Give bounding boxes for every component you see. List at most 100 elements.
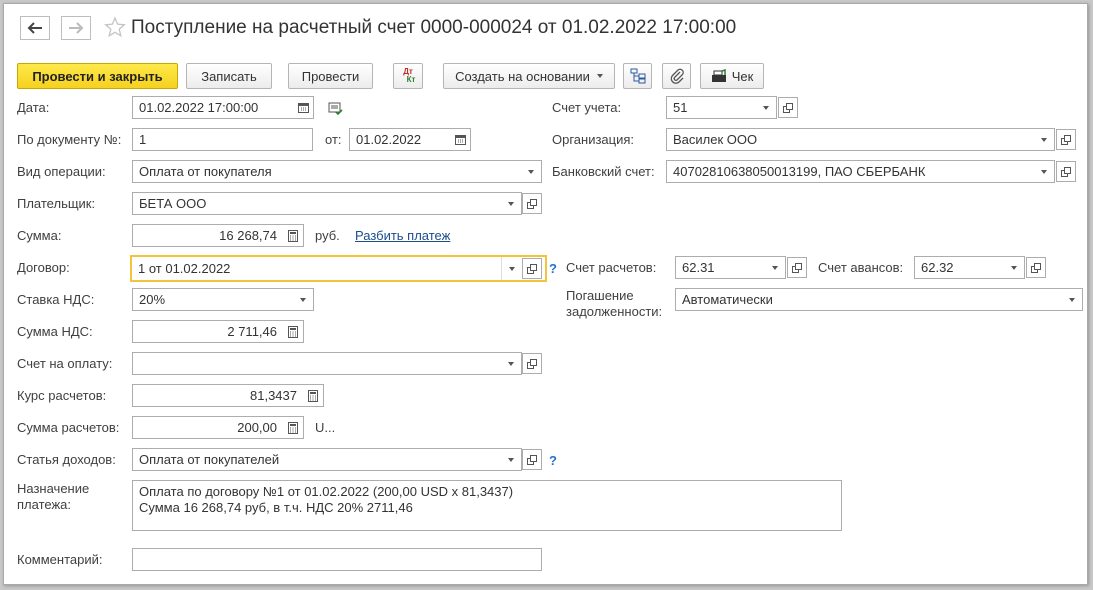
amount-calculator-button[interactable] bbox=[283, 224, 304, 247]
operation-dropdown-button[interactable] bbox=[521, 160, 542, 183]
date-input[interactable]: 01.02.2022 17:00:00 bbox=[132, 96, 294, 119]
advance-account-input[interactable]: 62.32 bbox=[914, 256, 1005, 279]
purpose-label: Назначение платежа: bbox=[17, 481, 90, 512]
bank-account-dropdown-button[interactable] bbox=[1034, 160, 1055, 183]
contract-dropdown-button[interactable] bbox=[501, 257, 522, 280]
date-history-icon[interactable] bbox=[328, 102, 344, 116]
debt-repayment-dropdown-button[interactable] bbox=[1062, 288, 1083, 311]
chevron-down-icon bbox=[1041, 169, 1047, 174]
comment-input[interactable] bbox=[132, 548, 542, 571]
chevron-down-icon bbox=[509, 266, 515, 271]
account-label: Счет учета: bbox=[552, 100, 622, 115]
bank-account-input[interactable]: 40702810638050013199, ПАО СБЕРБАНК bbox=[666, 160, 1035, 183]
open-form-icon bbox=[1061, 166, 1071, 177]
settlement-account-dropdown-button[interactable] bbox=[765, 256, 786, 279]
vat-amount-calculator-button[interactable] bbox=[283, 320, 304, 343]
create-based-on-button[interactable]: Создать на основании bbox=[443, 63, 615, 89]
organization-dropdown-button[interactable] bbox=[1034, 128, 1055, 151]
chevron-down-icon bbox=[763, 105, 769, 110]
dt-kt-button[interactable]: Дт Кт bbox=[393, 63, 423, 89]
calculator-icon bbox=[308, 389, 318, 402]
income-item-dropdown-button[interactable] bbox=[501, 448, 522, 471]
chevron-down-icon bbox=[1069, 297, 1075, 302]
invoice-label: Счет на оплату: bbox=[17, 356, 113, 371]
account-open-button[interactable] bbox=[778, 97, 798, 118]
contract-input[interactable]: 1 от 01.02.2022 bbox=[130, 255, 503, 282]
income-item-label: Статья доходов: bbox=[17, 452, 116, 467]
settlement-amount-label: Сумма расчетов: bbox=[17, 420, 120, 435]
vat-rate-select[interactable]: 20% bbox=[132, 288, 294, 311]
settlement-account-open-button[interactable] bbox=[787, 257, 807, 278]
invoice-open-button[interactable] bbox=[522, 353, 542, 374]
exchange-rate-calculator-button[interactable] bbox=[303, 384, 324, 407]
operation-select[interactable]: Оплата от покупателя bbox=[132, 160, 522, 183]
chevron-down-icon bbox=[596, 74, 603, 78]
back-button[interactable] bbox=[20, 16, 50, 40]
calendar-icon bbox=[454, 135, 466, 145]
forward-button[interactable] bbox=[61, 16, 91, 40]
arrow-right-icon bbox=[69, 22, 84, 34]
organization-open-button[interactable] bbox=[1056, 129, 1076, 150]
settlement-amount-input[interactable]: 200,00 bbox=[132, 416, 284, 439]
amount-label: Сумма: bbox=[17, 228, 62, 243]
payer-dropdown-button[interactable] bbox=[501, 192, 522, 215]
payer-input[interactable]: БЕТА ООО bbox=[132, 192, 502, 215]
open-form-icon bbox=[1031, 262, 1041, 273]
operation-label: Вид операции: bbox=[17, 164, 106, 179]
post-and-close-button[interactable]: Провести и закрыть bbox=[17, 63, 178, 89]
account-dropdown-button[interactable] bbox=[756, 96, 777, 119]
organization-label: Организация: bbox=[552, 132, 635, 147]
doc-from-date-input[interactable]: 01.02.2022 bbox=[349, 128, 451, 151]
chevron-down-icon bbox=[772, 265, 778, 270]
debt-repayment-select[interactable]: Автоматически bbox=[675, 288, 1063, 311]
open-form-icon bbox=[527, 358, 537, 369]
amount-input[interactable]: 16 268,74 bbox=[132, 224, 284, 247]
check-button[interactable]: Чек bbox=[700, 63, 764, 89]
open-form-icon bbox=[792, 262, 802, 273]
doc-number-input[interactable]: 1 bbox=[132, 128, 313, 151]
income-item-input[interactable]: Оплата от покупателей bbox=[132, 448, 502, 471]
save-button[interactable]: Записать bbox=[186, 63, 272, 89]
paperclip-icon bbox=[670, 68, 684, 84]
advance-account-open-button[interactable] bbox=[1026, 257, 1046, 278]
chevron-down-icon bbox=[528, 169, 534, 174]
chevron-down-icon bbox=[1041, 137, 1047, 142]
payment-purpose-textarea[interactable]: Оплата по договору №1 от 01.02.2022 (200… bbox=[132, 480, 842, 531]
payer-label: Плательщик: bbox=[17, 196, 96, 211]
settlement-account-input[interactable]: 62.31 bbox=[675, 256, 766, 279]
invoice-dropdown-button[interactable] bbox=[501, 352, 522, 375]
calculator-icon bbox=[288, 421, 298, 434]
favorite-star-icon[interactable] bbox=[104, 16, 126, 38]
calculator-icon bbox=[288, 229, 298, 242]
vat-rate-dropdown-button[interactable] bbox=[293, 288, 314, 311]
vat-amount-label: Сумма НДС: bbox=[17, 324, 93, 339]
split-payment-link[interactable]: Разбить платеж bbox=[355, 228, 450, 243]
advance-account-label: Счет авансов: bbox=[818, 260, 904, 275]
settlement-amount-calculator-button[interactable] bbox=[283, 416, 304, 439]
account-input[interactable]: 51 bbox=[666, 96, 757, 119]
income-item-help-icon[interactable]: ? bbox=[549, 453, 557, 468]
contract-help-icon[interactable]: ? bbox=[549, 261, 557, 276]
contract-open-button[interactable] bbox=[522, 258, 542, 279]
invoice-input[interactable] bbox=[132, 352, 502, 375]
calculator-icon bbox=[288, 325, 298, 338]
settlement-currency: U... bbox=[315, 420, 336, 435]
calendar-icon bbox=[297, 103, 309, 113]
arrow-left-icon bbox=[27, 22, 42, 34]
post-button[interactable]: Провести bbox=[288, 63, 373, 89]
organization-input[interactable]: Василек ООО bbox=[666, 128, 1035, 151]
advance-account-dropdown-button[interactable] bbox=[1004, 256, 1025, 279]
settlement-account-label: Счет расчетов: bbox=[566, 260, 657, 275]
exchange-rate-input[interactable]: 81,3437 bbox=[132, 384, 304, 407]
attach-button[interactable] bbox=[662, 63, 691, 89]
payer-open-button[interactable] bbox=[522, 193, 542, 214]
date-picker-button[interactable] bbox=[293, 96, 314, 119]
structure-button[interactable] bbox=[623, 63, 652, 89]
bank-account-open-button[interactable] bbox=[1056, 161, 1076, 182]
vat-amount-input[interactable]: 2 711,46 bbox=[132, 320, 284, 343]
vat-rate-label: Ставка НДС: bbox=[17, 292, 95, 307]
open-form-icon bbox=[527, 198, 537, 209]
open-form-icon bbox=[527, 263, 537, 274]
income-item-open-button[interactable] bbox=[522, 449, 542, 470]
doc-from-picker-button[interactable] bbox=[450, 128, 471, 151]
